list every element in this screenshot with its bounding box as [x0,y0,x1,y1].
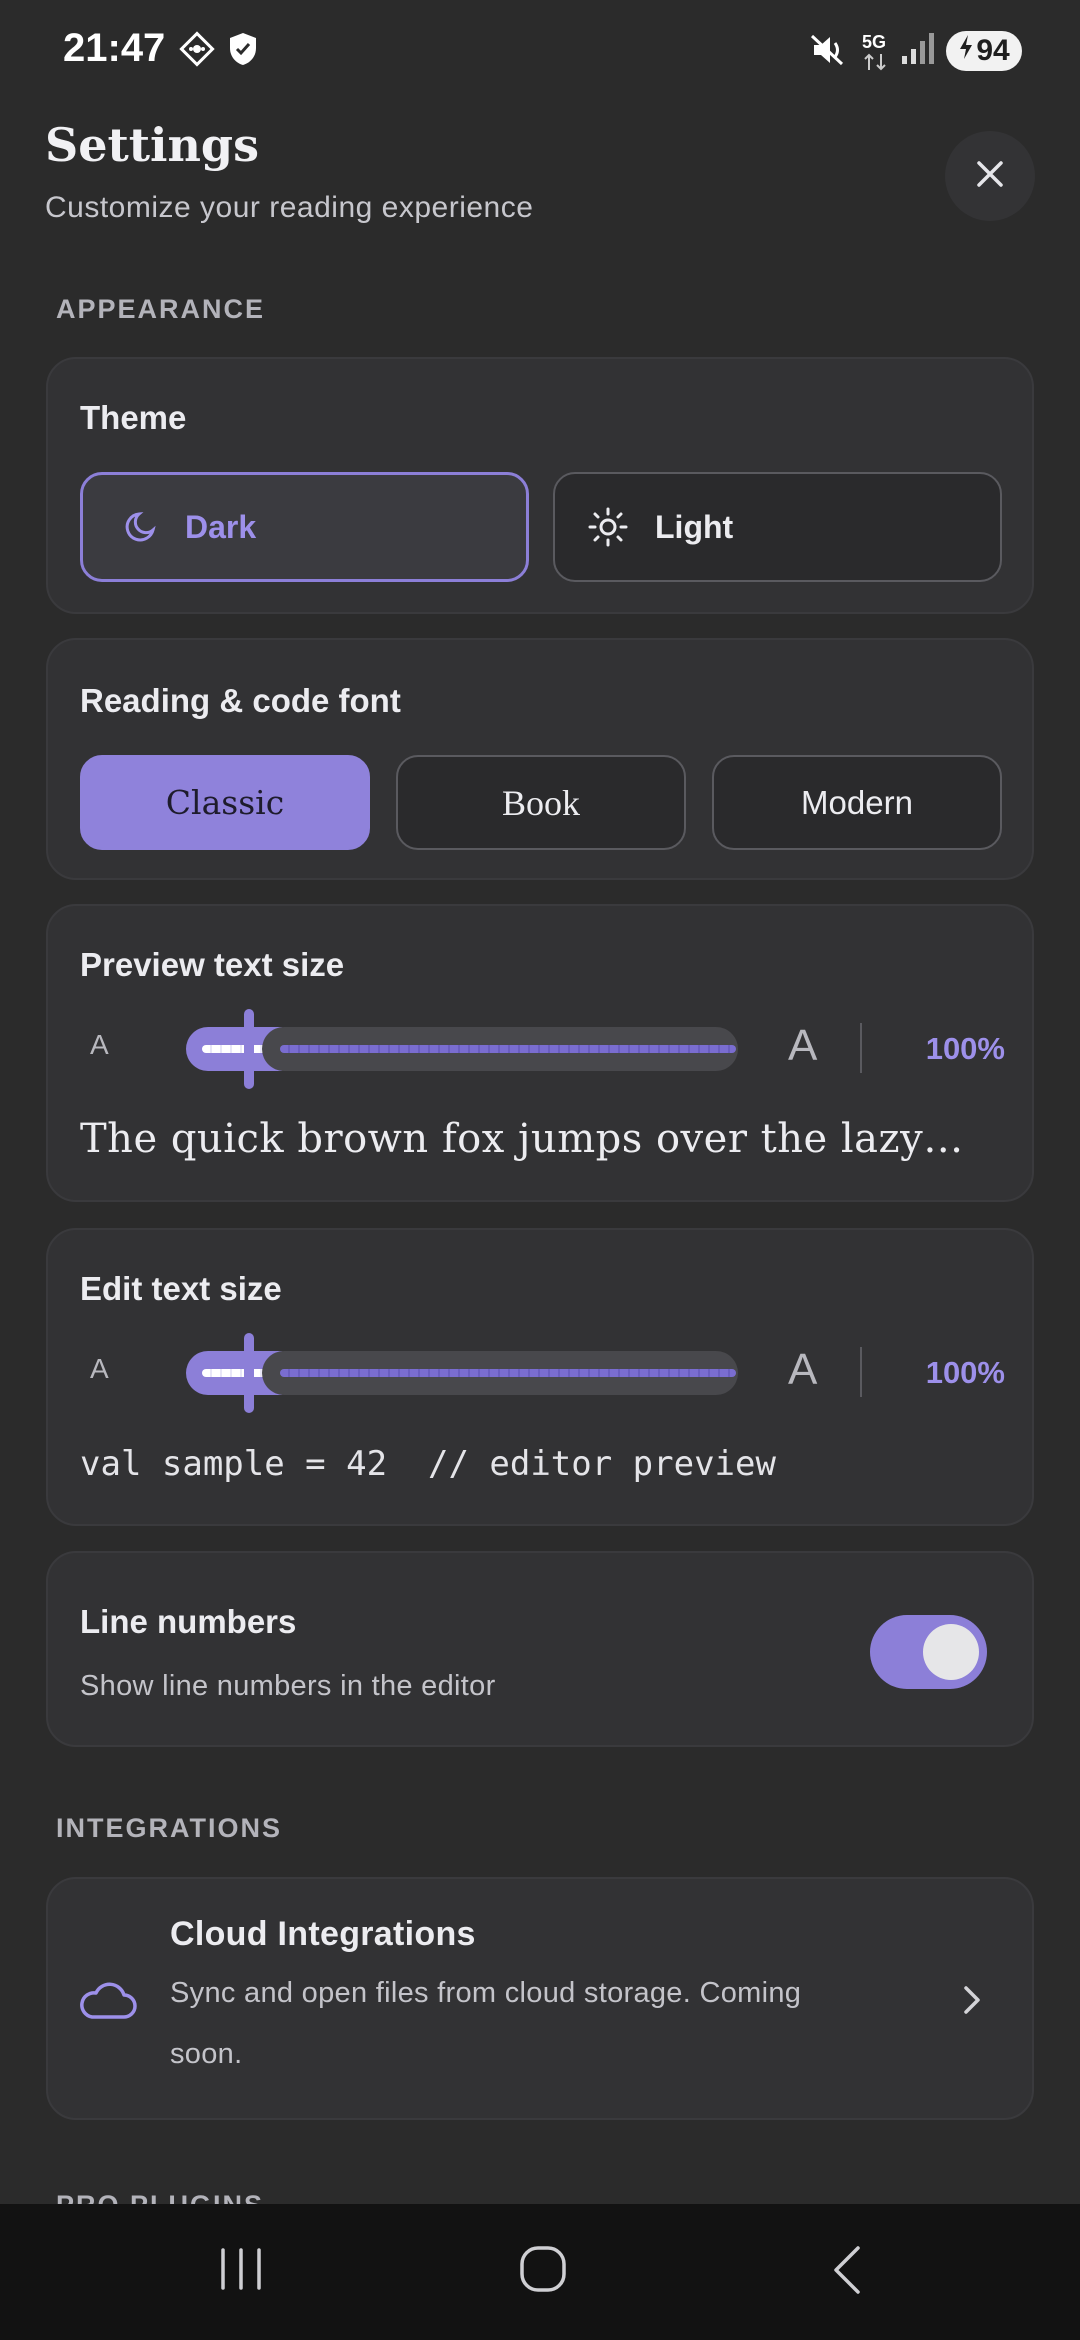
edit-size-card: Edit text size A A 100% val sample = 42 … [46,1228,1034,1526]
page-title: Settings [45,118,259,172]
recent-apps-button[interactable] [218,2246,264,2297]
page-subtitle: Customize your reading experience [45,191,534,224]
section-label-appearance: APPEARANCE [56,294,266,324]
line-numbers-card[interactable]: Line numbers Show line numbers in the ed… [46,1551,1034,1747]
theme-option-dark-label: Dark [185,508,257,545]
home-button[interactable] [518,2244,568,2299]
divider [860,1347,862,1397]
section-label-integrations: INTEGRATIONS [56,1813,282,1843]
cloud-icon [78,1979,138,2026]
cloud-integrations-description-line1: Sync and open files from cloud storage. … [170,1977,802,2009]
line-numbers-description: Show line numbers in the editor [80,1670,496,1702]
preview-size-min-label: A [90,1029,109,1060]
battery-level: 94 [976,34,1010,67]
font-option-modern[interactable]: Modern [712,755,1002,850]
moon-icon [121,508,159,546]
theme-option-light[interactable]: Light [553,472,1002,582]
toggle-knob [923,1624,979,1680]
theme-title: Theme [80,399,187,436]
cloud-integrations-title: Cloud Integrations [170,1915,476,1953]
divider [860,1023,862,1073]
slider-thumb[interactable] [244,1009,254,1089]
battery-charging-icon [958,34,974,68]
preview-sample-text: The quick brown fox jumps over the lazy… [80,1116,964,1162]
slider-tick-dots [280,1045,736,1053]
edit-size-max-label: A [788,1345,818,1394]
preview-size-title: Preview text size [80,946,345,983]
edit-size-value: 100% [925,1355,1005,1390]
status-bar: 21:47 5G 94 [0,0,1080,100]
sun-icon [587,506,629,548]
network-type: 5G [862,32,887,52]
cloud-integrations-description-line2: soon. [170,2038,243,2070]
font-option-classic[interactable]: Classic [80,755,370,850]
edit-size-title: Edit text size [80,1270,282,1307]
cloud-integrations-card[interactable]: Cloud Integrations Sync and open files f… [46,1877,1034,2120]
preview-size-max-label: A [788,1021,818,1070]
font-card: Reading & code font Classic Book Modern [46,638,1034,880]
edit-size-min-label: A [90,1353,109,1384]
edit-size-slider[interactable]: A A 100% [80,1333,1005,1413]
theme-option-dark[interactable]: Dark [80,472,529,582]
line-numbers-title: Line numbers [80,1603,297,1640]
slider-tick-dots [280,1369,736,1377]
line-numbers-toggle[interactable] [870,1615,987,1689]
dnd-diamond-icon [178,30,216,73]
font-option-book[interactable]: Book [396,755,686,850]
signal-icon [900,30,936,71]
battery-indicator: 94 [946,31,1022,71]
slider-thumb[interactable] [244,1333,254,1413]
settings-screen: 21:47 5G 94 Settings Customize your read… [0,0,1080,2340]
preview-size-value: 100% [925,1031,1005,1066]
theme-option-light-label: Light [655,508,734,545]
close-button[interactable] [945,131,1035,221]
theme-card: Theme Dark Light [46,357,1034,614]
edit-sample-code: val sample = 42 // editor preview [80,1444,776,1484]
status-time: 21:47 [63,26,166,70]
font-title: Reading & code font [80,682,401,719]
close-icon [975,159,1005,194]
system-nav-bar [0,2204,1080,2340]
preview-size-card: Preview text size A A 100% The quick bro… [46,904,1034,1202]
chevron-right-icon [960,1983,984,2022]
data-arrows-icon [862,52,890,77]
shield-icon [226,30,260,73]
preview-size-slider[interactable]: A A 100% [80,1009,1005,1089]
back-button[interactable] [828,2244,864,2301]
mute-icon [808,30,848,75]
